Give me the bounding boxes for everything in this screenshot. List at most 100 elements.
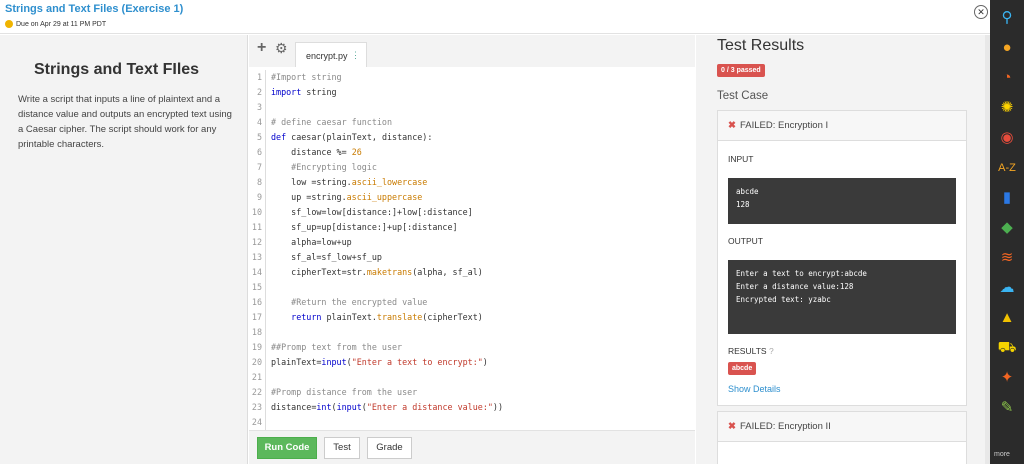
editor-actions: Run Code Test Grade [249, 430, 695, 464]
test-case-header[interactable]: ✖ FAILED: Encryption II [718, 412, 966, 442]
code-line[interactable]: 15 [249, 280, 695, 295]
line-number: 5 [249, 130, 266, 145]
results-label-text: RESULTS [728, 346, 767, 356]
instructions-body: Write a script that inputs a line of pla… [18, 94, 232, 150]
book-icon[interactable]: ▮ [995, 186, 1019, 210]
code-line[interactable]: 7 #Encrypting logic [249, 160, 695, 175]
code-line[interactable]: 3 [249, 100, 695, 115]
user-icon[interactable]: ● [995, 36, 1019, 60]
line-number: 19 [249, 340, 266, 355]
line-number: 10 [249, 205, 266, 220]
test-case-heading: Test Case [717, 90, 769, 102]
output-box: Enter a text to encrypt:abcde Enter a di… [728, 260, 956, 334]
dictionary-icon[interactable]: A-Z [995, 156, 1019, 180]
line-number: 12 [249, 235, 266, 250]
code-line[interactable]: 8 low =string.ascii_lowercase [249, 175, 695, 190]
line-number: 9 [249, 190, 266, 205]
add-file-icon[interactable]: + [257, 39, 266, 57]
fail-icon: ✖ [728, 421, 736, 432]
code-text: #Return the encrypted value [271, 297, 428, 307]
code-text: sf_al=sf_low+sf_up [271, 252, 382, 262]
signal-icon[interactable]: ≋ [995, 246, 1019, 270]
code-line[interactable]: 1 #Import string [249, 70, 695, 85]
code-line[interactable]: 12 alpha=low+up [249, 235, 695, 250]
notes-icon[interactable]: ✎ [995, 396, 1019, 420]
line-number: 24 [249, 415, 266, 430]
line-number: 14 [249, 265, 266, 280]
output-label: OUTPUT [728, 236, 763, 246]
close-icon[interactable]: ✕ [974, 5, 988, 19]
code-text: distance %= 26 [271, 147, 362, 157]
code-line[interactable]: 2 import string [249, 85, 695, 100]
code-line[interactable]: 23 distance=int(input("Enter a distance v… [249, 400, 695, 415]
puzzle-icon[interactable]: ✦ [995, 366, 1019, 390]
map-icon[interactable]: ◆ [995, 216, 1019, 240]
line-number: 8 [249, 175, 266, 190]
code-line[interactable]: 9 up =string.ascii_uppercase [249, 190, 695, 205]
test-button[interactable]: Test [324, 437, 360, 459]
test-case-header[interactable]: ✖ FAILED: Encryption I [718, 111, 966, 141]
rss-icon[interactable]: ◔ [995, 66, 1019, 90]
badge-icon[interactable]: ◉ [995, 126, 1019, 150]
code-line[interactable]: 10 sf_low=low[distance:]+low[:distance] [249, 205, 695, 220]
code-text: def caesar(plainText, distance): [271, 132, 433, 142]
code-line[interactable]: 13 sf_al=sf_low+sf_up [249, 250, 695, 265]
code-text: distance=int(input("Enter a distance val… [271, 402, 503, 412]
run-code-button[interactable]: Run Code [257, 437, 317, 459]
exercise-title[interactable]: Strings and Text Files (Exercise 1) [5, 3, 183, 15]
code-line[interactable]: 20 plainText=input("Enter a text to encry… [249, 355, 695, 370]
cart-icon[interactable]: ⛟ [995, 336, 1019, 360]
gear-icon[interactable]: ⚙ [275, 40, 288, 57]
code-line[interactable]: 14 cipherText=str.maketrans(alpha, sf_al… [249, 265, 695, 280]
line-number: 22 [249, 385, 266, 400]
code-line[interactable]: 19 ##Promp text from the user [249, 340, 695, 355]
sun-icon[interactable]: ✺ [995, 96, 1019, 120]
line-number: 1 [249, 70, 266, 85]
app-root: Strings and Text Files (Exercise 1) Due … [0, 0, 1024, 464]
line-number: 2 [249, 85, 266, 100]
instructions-title: Strings and Text FIles [34, 61, 200, 78]
code-line[interactable]: 4 # define caesar function [249, 115, 695, 130]
code-line[interactable]: 16 #Return the encrypted value [249, 295, 695, 310]
code-text: import string [271, 87, 337, 97]
help-icon[interactable]: ? [769, 346, 774, 356]
due-date-text: Due on Apr 29 at 11 PM PDT [16, 20, 107, 28]
input-label: INPUT [728, 154, 754, 164]
line-number: 11 [249, 220, 266, 235]
code-area[interactable]: 1 #Import string 2 import string 3 4 # define … [249, 67, 695, 430]
code-line[interactable]: 24 [249, 415, 695, 430]
line-number: 13 [249, 250, 266, 265]
code-editor-pane: + ⚙ encrypt.py ⋮ 1 #Import string 2 import … [249, 35, 695, 464]
code-line[interactable]: 11 sf_up=up[distance:]+up[:distance] [249, 220, 695, 235]
extension-dock: ⚲ ● ◔ ✺ ◉ A-Z ▮ ◆ ≋ ☁ ▲ ⛟ ✦ ✎ more [990, 0, 1024, 464]
line-number: 6 [249, 145, 266, 160]
code-line[interactable]: 17 return plainText.translate(cipherText… [249, 310, 695, 325]
code-line[interactable]: 18 [249, 325, 695, 340]
search-icon[interactable]: ⚲ [995, 6, 1019, 30]
code-line[interactable]: 21 [249, 370, 695, 385]
line-number: 15 [249, 280, 266, 295]
file-tab-encrypt[interactable]: encrypt.py ⋮ [295, 42, 367, 67]
clock-icon [5, 20, 13, 28]
code-line[interactable]: 5 def caesar(plainText, distance): [249, 130, 695, 145]
file-tab-label: encrypt.py [306, 51, 348, 61]
code-line[interactable]: 6 distance %= 26 [249, 145, 695, 160]
grade-button[interactable]: Grade [367, 437, 412, 459]
test-results-pane: Test Results 0 / 3 passed Test Case ✖ FAI… [696, 35, 988, 464]
show-details-link[interactable]: Show Details [728, 384, 781, 394]
test-case-status: FAILED: Encryption II [739, 421, 831, 432]
line-number: 21 [249, 370, 266, 385]
code-text: #Encrypting logic [271, 162, 377, 172]
exercise-header: Strings and Text Files (Exercise 1) Due … [0, 0, 990, 34]
tab-menu-icon[interactable]: ⋮ [351, 50, 360, 61]
code-line[interactable]: 22 #Promp distance from the user [249, 385, 695, 400]
drive-icon[interactable]: ▲ [995, 306, 1019, 330]
editor-tab-bar: + ⚙ encrypt.py ⋮ [249, 35, 695, 67]
cloud-icon[interactable]: ☁ [995, 276, 1019, 300]
more-label[interactable]: more [994, 451, 1010, 458]
code-text: up =string.ascii_uppercase [271, 192, 423, 202]
code-text: alpha=low+up [271, 237, 352, 247]
